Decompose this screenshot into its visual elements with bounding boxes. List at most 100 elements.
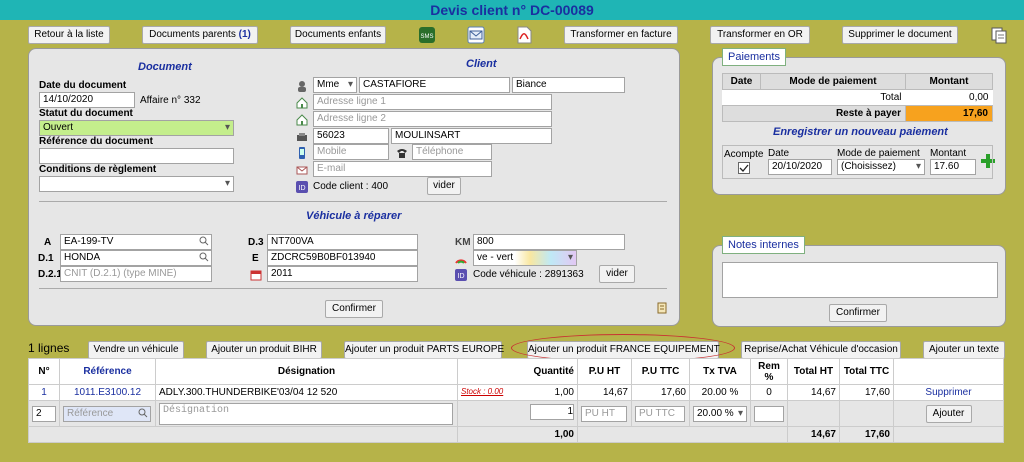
- col-total-ttc: Total TTC: [839, 358, 894, 385]
- totals-empty-cell: [577, 426, 788, 443]
- pdf-icon[interactable]: [515, 26, 533, 44]
- add-bihr-button[interactable]: Ajouter un produit BIHR: [206, 341, 322, 359]
- delete-document-button[interactable]: Supprimer le document: [842, 26, 958, 44]
- delete-row-link[interactable]: Supprimer: [893, 384, 1004, 401]
- add-line-button[interactable]: Ajouter: [925, 404, 972, 423]
- remaining-value: 17,60: [905, 105, 993, 122]
- copy-icon[interactable]: [990, 26, 1008, 44]
- row-pu-ttc: 17,60: [631, 384, 690, 401]
- row-stock[interactable]: Stock : 0.00: [461, 387, 503, 396]
- zipcode-input[interactable]: 56023: [313, 128, 389, 144]
- vehicle-vin-input[interactable]: ZDCRC59B0BF013940: [267, 250, 418, 266]
- sell-vehicle-button[interactable]: Vendre un véhicule: [88, 341, 184, 359]
- new-line-pu-ht-cell: PU HT: [577, 400, 632, 427]
- new-line-reference-input[interactable]: Référence: [63, 405, 151, 422]
- firstname-input[interactable]: Biance: [512, 77, 625, 93]
- child-documents-button[interactable]: Documents enfants: [290, 26, 386, 44]
- svg-text:SMS: SMS: [420, 34, 433, 40]
- search-icon[interactable]: [199, 236, 209, 246]
- new-line-quantity-cell: 1: [457, 400, 578, 427]
- civility-select[interactable]: Mme: [313, 77, 357, 93]
- to-or-button[interactable]: Transformer en OR: [710, 26, 810, 44]
- row-total-ttc: 17,60: [839, 384, 894, 401]
- lastname-input[interactable]: CASTAFIORE: [359, 77, 510, 93]
- search-icon[interactable]: [199, 252, 209, 262]
- clear-vehicle-button[interactable]: vider: [599, 265, 635, 283]
- row-tva: 20.00 %: [689, 384, 751, 401]
- clear-client-button[interactable]: vider: [427, 177, 461, 195]
- back-to-list-button[interactable]: Retour à la liste: [28, 26, 110, 44]
- vehicle-model-input[interactable]: NT700VA: [267, 234, 418, 250]
- new-line-quantity-input[interactable]: 1: [530, 404, 574, 420]
- sms-icon[interactable]: SMS: [418, 26, 436, 44]
- col-actions: [893, 358, 1004, 385]
- calendar-icon: [250, 269, 262, 281]
- new-line-reference-cell: Référence: [59, 400, 156, 427]
- new-line-empty-cell: [839, 400, 894, 427]
- vehicle-a-label: A: [44, 237, 52, 248]
- payments-header-date: Date: [722, 73, 761, 90]
- add-parts-europe-button[interactable]: Ajouter un produit PARTS EUROPE: [344, 341, 504, 359]
- new-line-number-input[interactable]: 2: [32, 405, 56, 422]
- parent-documents-button[interactable]: Documents parents (1): [142, 26, 258, 44]
- confirm-notes-button[interactable]: Confirmer: [829, 304, 887, 322]
- new-line-tva-select[interactable]: 20.00 %: [693, 405, 747, 422]
- vehicle-km-label: KM: [455, 237, 471, 248]
- new-payment-title: Enregistrer un nouveau paiement: [773, 126, 948, 138]
- new-line-discount-cell: [750, 400, 788, 427]
- email-input[interactable]: E-mail: [313, 161, 492, 177]
- col-designation: Désignation: [155, 358, 458, 385]
- document-status-select[interactable]: Ouvert: [39, 120, 234, 136]
- new-line-designation-cell: Désignation: [155, 400, 458, 427]
- vehicle-km-input[interactable]: 800: [473, 234, 625, 250]
- vehicle-brand-value: HONDA: [64, 252, 101, 263]
- row-reference-link[interactable]: 1011.E3100.12: [59, 384, 156, 401]
- address-line1-input[interactable]: Adresse ligne 1: [313, 94, 552, 110]
- new-line-row: 2 Référence Désignation 1 PU HT PU TTC 2…: [28, 400, 1004, 427]
- row-designation: ADLY.300.THUNDERBIKE'03/04 12 520: [155, 384, 458, 401]
- address-line2-input[interactable]: Adresse ligne 2: [313, 111, 552, 127]
- vehicle-plate-value: EA-199-TV: [64, 236, 114, 247]
- email-icon[interactable]: [467, 26, 485, 44]
- new-line-designation-input[interactable]: Désignation: [159, 402, 453, 425]
- note-icon[interactable]: [656, 302, 668, 314]
- document-status-label: Statut du document: [39, 108, 133, 119]
- divider: [39, 288, 667, 289]
- col-tva: Tx TVA: [689, 358, 751, 385]
- new-line-pu-ht-input[interactable]: PU HT: [581, 405, 627, 422]
- confirm-vehicle-button[interactable]: Confirmer: [325, 300, 383, 318]
- document-reference-label: Référence du document: [39, 136, 153, 147]
- add-text-button[interactable]: Ajouter un texte: [923, 341, 1005, 359]
- vehicle-year-input[interactable]: 2011: [267, 266, 418, 282]
- parent-documents-label: Documents parents: [149, 29, 236, 40]
- col-quantity: Quantité: [457, 358, 578, 385]
- vehicle-brand-input[interactable]: HONDA: [60, 250, 212, 266]
- vehicle-cnit-input[interactable]: CNIT (D.2.1) (type MINE): [60, 266, 212, 282]
- new-line-pu-ttc-input[interactable]: PU TTC: [635, 405, 685, 422]
- to-invoice-button[interactable]: Transformer en facture: [564, 26, 678, 44]
- row-discount: 0: [750, 384, 788, 401]
- col-pu-ttc: P.U TTC: [631, 358, 690, 385]
- phone-input[interactable]: Téléphone: [412, 144, 492, 160]
- table-row: 1 1011.E3100.12 ADLY.300.THUNDERBIKE'03/…: [28, 384, 1004, 401]
- search-icon[interactable]: [138, 408, 148, 418]
- col-reference: Référence: [59, 358, 156, 385]
- vehicle-plate-input[interactable]: EA-199-TV: [60, 234, 212, 250]
- payment-terms-select[interactable]: [39, 176, 234, 192]
- payments-table: Date Mode de paiement Montant Total 0,00…: [722, 73, 993, 122]
- row-quantity: 1,00: [554, 387, 574, 398]
- vehicle-color-select[interactable]: ve - vert: [473, 250, 577, 266]
- notes-textarea[interactable]: [722, 262, 998, 298]
- col-pu-ht: P.U HT: [577, 358, 632, 385]
- totals-empty-cell: [28, 426, 458, 443]
- new-line-discount-input[interactable]: [754, 405, 784, 422]
- mobile-input[interactable]: Mobile: [313, 144, 389, 160]
- home-icon: [296, 97, 308, 109]
- totals-row: 1,00 14,67 17,60: [28, 426, 1004, 443]
- mobile-icon: [296, 147, 308, 159]
- reprise-button[interactable]: Reprise/Achat Véhicule d'occasion: [741, 341, 901, 359]
- document-date-input[interactable]: 14/10/2020: [39, 92, 135, 108]
- new-line-number-cell: 2: [28, 400, 60, 427]
- document-reference-input[interactable]: [39, 148, 234, 164]
- city-input[interactable]: MOULINSART: [391, 128, 552, 144]
